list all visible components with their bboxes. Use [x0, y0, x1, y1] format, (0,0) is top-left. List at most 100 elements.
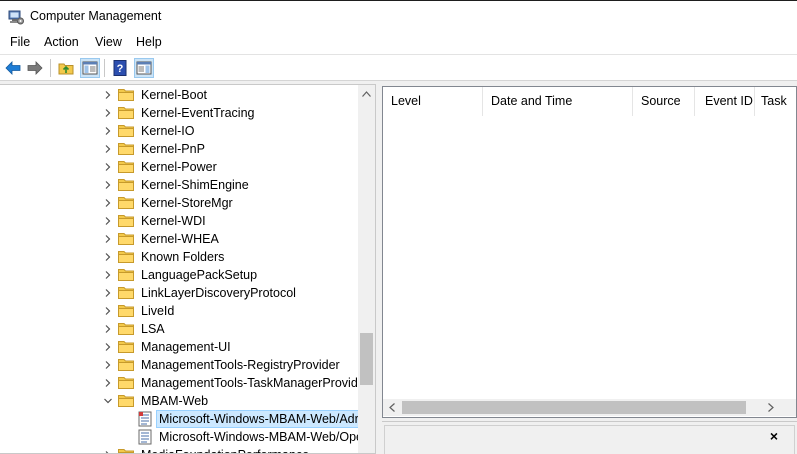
chevron-left-icon	[388, 403, 395, 412]
tree-item-label: LSA	[141, 322, 165, 336]
tree-item-label: LanguagePackSetup	[141, 268, 258, 282]
tree-item-folder[interactable]: MBAM-Web	[0, 392, 358, 410]
folder-icon	[118, 377, 134, 389]
chevron-right-icon[interactable]	[103, 162, 113, 172]
chevron-right-icon[interactable]	[103, 324, 113, 334]
column-header-task[interactable]: Task	[755, 87, 796, 116]
menu-action[interactable]: Action	[42, 35, 81, 49]
menu-help[interactable]: Help	[134, 35, 164, 49]
tree-scroll-thumb[interactable]	[360, 333, 373, 385]
toolbar: ?	[0, 54, 797, 81]
chevron-right-icon[interactable]	[103, 288, 113, 298]
menu-bar: File Action View Help	[0, 32, 797, 54]
tree-item-folder[interactable]: Management-UI	[0, 338, 358, 356]
tree-item-folder[interactable]: LiveId	[0, 302, 358, 320]
tree-item-folder[interactable]: Kernel-Boot	[0, 86, 358, 104]
tree-item-label: Microsoft-Windows-MBAM-Web/Adr	[156, 410, 362, 428]
tree-item-folder[interactable]: Kernel-PnP	[0, 140, 358, 158]
event-preview-panel: ×	[384, 425, 795, 454]
tree-item-label: Kernel-PnP	[141, 142, 205, 156]
chevron-right-icon[interactable]	[103, 270, 113, 280]
tree-item-folder[interactable]: Kernel-Power	[0, 158, 358, 176]
tree-item-folder[interactable]: MediaFoundationPerformance	[0, 446, 358, 454]
chevron-right-icon[interactable]	[103, 144, 113, 154]
close-preview-button[interactable]: ×	[766, 428, 782, 444]
column-header-level[interactable]: Level	[383, 87, 483, 116]
tree-item-folder[interactable]: Kernel-WHEA	[0, 230, 358, 248]
tree-vertical-scrollbar[interactable]	[358, 85, 375, 453]
chevron-right-icon[interactable]	[103, 108, 113, 118]
tree-item-folder[interactable]: Kernel-WDI	[0, 212, 358, 230]
computer-management-window: Computer Management File Action View Hel…	[0, 0, 797, 454]
chevron-right-icon[interactable]	[103, 342, 113, 352]
tree-item-folder[interactable]: Kernel-EventTracing	[0, 104, 358, 122]
chevron-right-icon[interactable]	[103, 234, 113, 244]
column-header-source[interactable]: Source	[633, 87, 695, 116]
folder-icon	[118, 107, 134, 119]
chevron-right-icon[interactable]	[103, 360, 113, 370]
svg-text:?: ?	[117, 63, 124, 75]
console-tree[interactable]: Kernel-Boot Kernel-EventTracing Kernel-IO K…	[0, 84, 376, 454]
up-one-level-button[interactable]	[56, 58, 76, 78]
tree-item-label: Kernel-IO	[141, 124, 195, 138]
help-button[interactable]: ?	[110, 58, 130, 78]
tree-item-folder[interactable]: ManagementTools-RegistryProvider	[0, 356, 358, 374]
folder-icon	[118, 359, 134, 371]
tree-item-folder[interactable]: LanguagePackSetup	[0, 266, 358, 284]
tree-item-folder[interactable]: ManagementTools-TaskManagerProvider	[0, 374, 369, 392]
tree-item-label: Kernel-StoreMgr	[141, 196, 233, 210]
chevron-right-icon[interactable]	[103, 180, 113, 190]
scroll-left-button[interactable]	[383, 399, 400, 416]
folder-icon	[118, 215, 134, 227]
tree-item-folder[interactable]: Kernel-IO	[0, 122, 358, 140]
tree-item-label: Known Folders	[141, 250, 225, 264]
show-hide-action-pane-icon	[136, 61, 152, 75]
scroll-right-button[interactable]	[762, 399, 779, 416]
folder-icon	[118, 395, 134, 407]
scroll-up-button[interactable]	[358, 85, 375, 102]
event-log-icon	[138, 429, 152, 445]
folder-icon	[118, 197, 134, 209]
tree-item-log[interactable]: Microsoft-Windows-MBAM-Web/Ope	[0, 428, 363, 446]
back-icon	[5, 61, 21, 75]
tree-item-label: LiveId	[141, 304, 175, 318]
folder-icon	[118, 233, 134, 245]
tree-item-log[interactable]: Microsoft-Windows-MBAM-Web/Adr	[0, 410, 362, 428]
tree-item-folder[interactable]: LSA	[0, 320, 358, 338]
tree-item-label: ManagementTools-RegistryProvider	[141, 358, 340, 372]
show-hide-console-tree-button[interactable]	[80, 58, 100, 78]
tree-item-label: MediaFoundationPerformance	[138, 446, 312, 453]
tree-item-label: Kernel-Power	[141, 160, 217, 174]
tree-item-folder[interactable]: LinkLayerDiscoveryProtocol	[0, 284, 358, 302]
chevron-right-icon[interactable]	[103, 90, 113, 100]
chevron-right-icon[interactable]	[103, 126, 113, 136]
chevron-right-icon[interactable]	[103, 252, 113, 262]
tree-item-label: Kernel-ShimEngine	[141, 178, 249, 192]
event-log-icon	[138, 411, 152, 427]
tree-item-folder[interactable]: Kernel-StoreMgr	[0, 194, 358, 212]
chevron-down-icon[interactable]	[103, 396, 113, 406]
chevron-right-icon[interactable]	[103, 216, 113, 226]
toolbar-separator	[50, 59, 51, 77]
chevron-right-icon	[767, 403, 774, 412]
list-horizontal-scrollbar[interactable]	[383, 399, 796, 416]
event-list-view[interactable]: Level Date and Time Source Event ID Task	[382, 86, 797, 418]
forward-button[interactable]	[25, 58, 45, 78]
tree-item-label: ManagementTools-TaskManagerProvider	[141, 376, 369, 390]
toolbar-separator	[104, 59, 105, 77]
tree-item-folder[interactable]: Known Folders	[0, 248, 358, 266]
tree-item-label: Kernel-EventTracing	[141, 106, 255, 120]
column-header-event-id[interactable]: Event ID	[695, 87, 755, 116]
list-scroll-thumb[interactable]	[402, 401, 746, 414]
back-button[interactable]	[3, 58, 23, 78]
chevron-right-icon[interactable]	[103, 450, 113, 454]
folder-icon	[118, 449, 134, 453]
column-header-date-and-time[interactable]: Date and Time	[483, 87, 633, 116]
chevron-right-icon[interactable]	[103, 198, 113, 208]
chevron-right-icon[interactable]	[103, 378, 113, 388]
show-hide-action-pane-button[interactable]	[134, 58, 154, 78]
tree-item-folder[interactable]: Kernel-ShimEngine	[0, 176, 358, 194]
menu-view[interactable]: View	[93, 35, 124, 49]
chevron-right-icon[interactable]	[103, 306, 113, 316]
menu-file[interactable]: File	[8, 35, 32, 49]
